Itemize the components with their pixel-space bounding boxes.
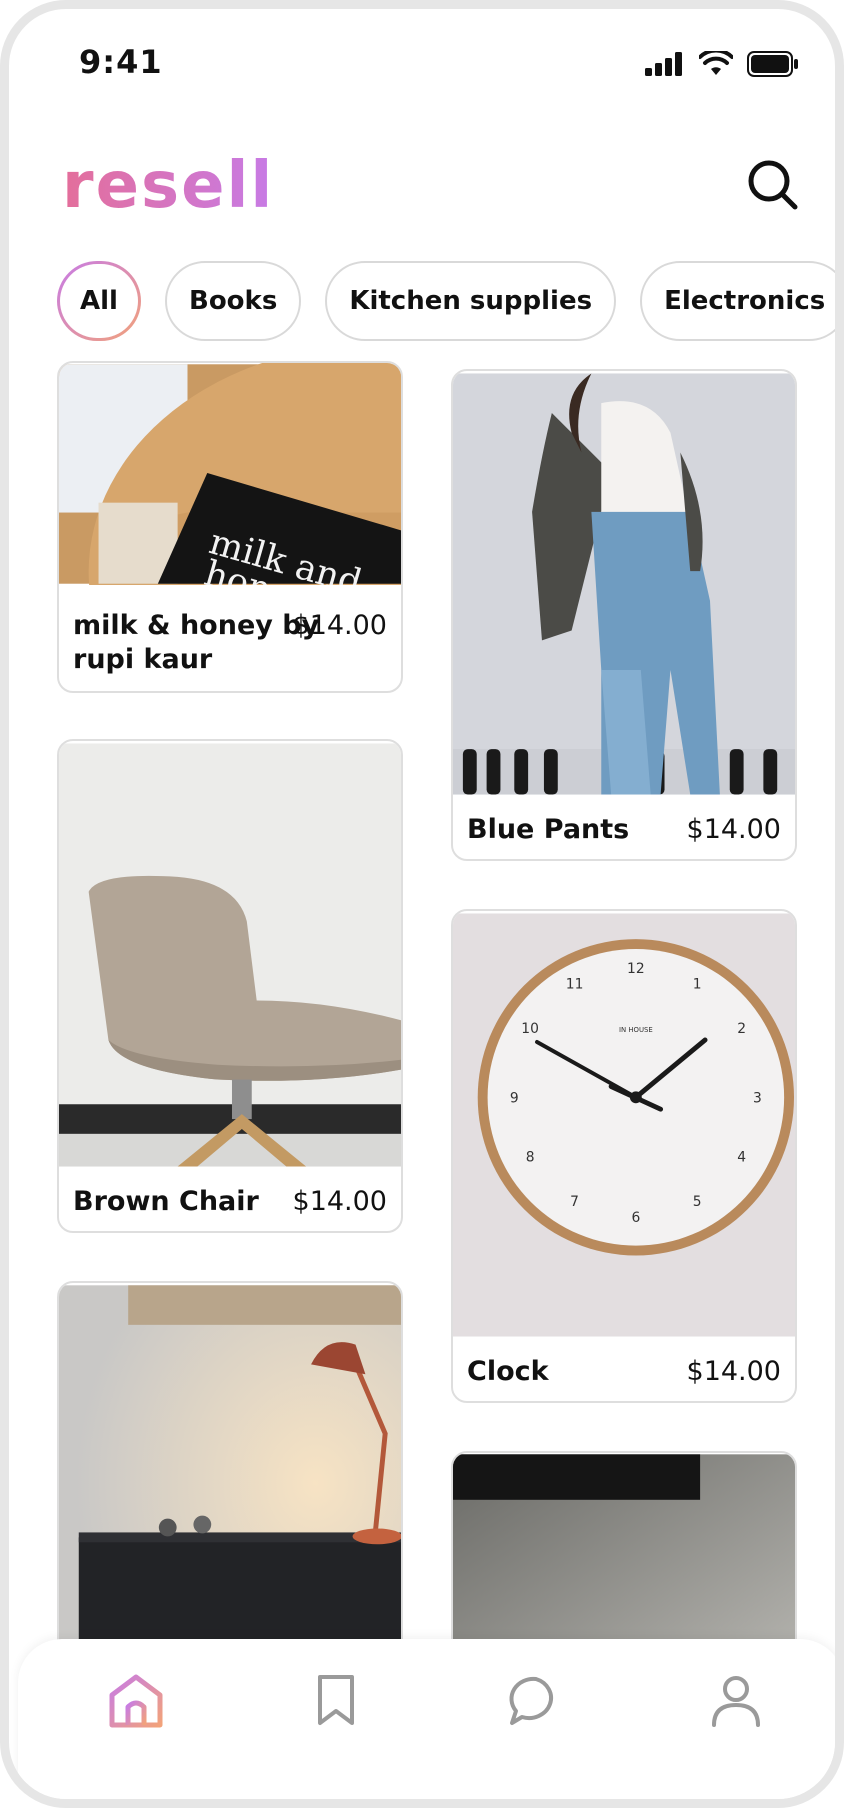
listing-card-blue-pants[interactable]: Blue Pants $14.00 bbox=[451, 369, 797, 861]
listing-title-line: milk & honey by bbox=[73, 610, 320, 641]
clock-numeral: 12 bbox=[627, 961, 645, 977]
chat-icon bbox=[509, 1676, 554, 1725]
clock-brand-text: IN HOUSE bbox=[619, 1026, 653, 1034]
chip-kitchen-supplies[interactable]: Kitchen supplies bbox=[325, 261, 617, 341]
listing-card-clock[interactable]: 12 1 2 3 4 5 6 7 8 9 10 11 IN HOUSE Cloc… bbox=[451, 909, 797, 1403]
clock-numeral: 7 bbox=[570, 1194, 579, 1210]
signal-icon bbox=[645, 52, 682, 76]
battery-icon bbox=[747, 51, 798, 77]
clock-numeral: 9 bbox=[510, 1090, 519, 1106]
clock-numeral: 4 bbox=[737, 1150, 746, 1166]
clock-numeral: 5 bbox=[693, 1194, 702, 1210]
clock-numeral: 3 bbox=[753, 1090, 762, 1106]
status-bar: 9:41 bbox=[9, 9, 835, 119]
listing-card-milk-honey[interactable]: milk and hon milk & honey by rupi kaur $… bbox=[57, 361, 403, 693]
clock-numeral: 11 bbox=[566, 977, 584, 993]
clock-numeral: 2 bbox=[737, 1021, 746, 1037]
listing-title: Brown Chair bbox=[73, 1186, 259, 1217]
nav-messages[interactable] bbox=[506, 1671, 566, 1731]
listing-image: 12 1 2 3 4 5 6 7 8 9 10 11 IN HOUSE bbox=[453, 913, 795, 1337]
listing-image bbox=[453, 373, 795, 795]
category-filter-bar: All Books Kitchen supplies Electronics bbox=[57, 261, 835, 345]
nav-home[interactable] bbox=[106, 1671, 166, 1731]
listing-card-lamp[interactable] bbox=[57, 1281, 403, 1681]
search-button[interactable] bbox=[745, 157, 803, 215]
bookmark-icon bbox=[318, 1675, 354, 1725]
home-icon bbox=[109, 1674, 163, 1728]
listing-price: $14.00 bbox=[686, 1356, 781, 1387]
listing-title: Blue Pants bbox=[467, 814, 630, 845]
nav-profile[interactable] bbox=[706, 1671, 766, 1731]
status-time: 9:41 bbox=[79, 43, 163, 81]
phone-frame: 9:41 resell All Books Kitchen supplies E… bbox=[0, 0, 844, 1808]
status-icons bbox=[645, 51, 799, 77]
chip-electronics[interactable]: Electronics bbox=[640, 261, 835, 341]
search-icon bbox=[748, 160, 798, 210]
nav-saved[interactable] bbox=[306, 1671, 366, 1731]
listing-card-brown-chair[interactable]: Brown Chair $14.00 bbox=[57, 739, 403, 1233]
chip-all[interactable]: All bbox=[57, 261, 141, 341]
listing-image: milk and hon bbox=[59, 363, 401, 585]
listing-title-line: rupi kaur bbox=[73, 644, 213, 675]
listing-price: $14.00 bbox=[292, 1186, 387, 1217]
clock-numeral: 8 bbox=[526, 1150, 535, 1166]
listing-price: $14.00 bbox=[292, 610, 387, 641]
listing-image bbox=[59, 743, 401, 1167]
clock-numeral: 1 bbox=[693, 977, 702, 993]
listing-title: Clock bbox=[467, 1356, 549, 1387]
profile-icon bbox=[712, 1676, 760, 1727]
app-logo: resell bbox=[62, 149, 275, 223]
listing-price: $14.00 bbox=[686, 814, 781, 845]
clock-numeral: 6 bbox=[631, 1210, 640, 1226]
listing-title: milk & honey by rupi kaur bbox=[73, 609, 319, 677]
clock-numeral: 10 bbox=[521, 1021, 539, 1037]
chip-books[interactable]: Books bbox=[165, 261, 302, 341]
bottom-navigation bbox=[18, 1639, 835, 1799]
listing-image bbox=[59, 1285, 401, 1679]
wifi-icon bbox=[699, 51, 733, 75]
